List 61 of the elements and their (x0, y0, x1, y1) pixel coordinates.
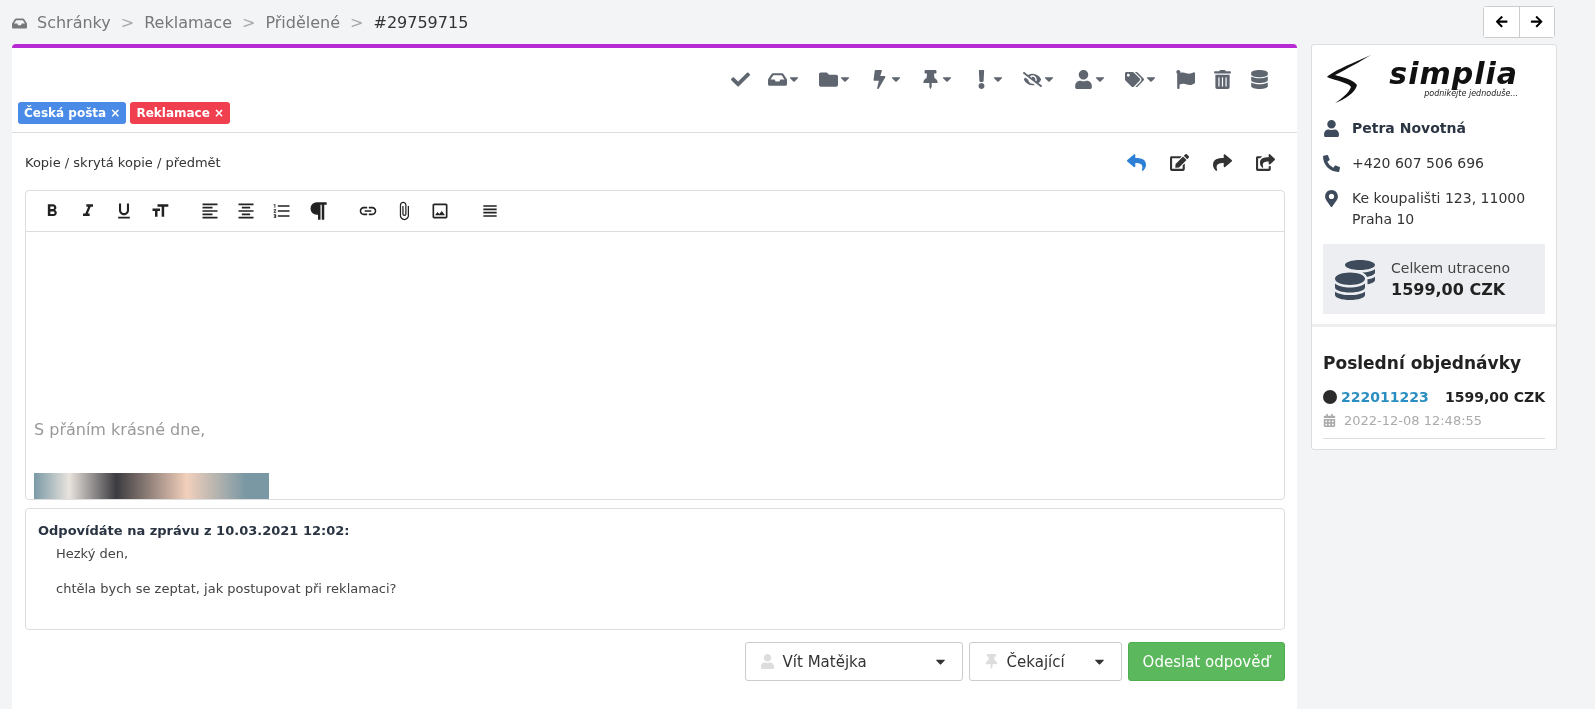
orders-title: Poslední objednávky (1323, 353, 1523, 373)
order-link[interactable]: 222011223 (1341, 389, 1429, 405)
breadcrumb-separator: > (242, 12, 256, 32)
numbered-list-icon[interactable] (272, 201, 292, 221)
breadcrumb-item[interactable]: Schránky (37, 12, 111, 32)
database-icon (1250, 69, 1269, 89)
breadcrumb-item[interactable]: Přidělené (265, 12, 341, 32)
share-icon[interactable] (1256, 153, 1275, 172)
location-icon (1323, 188, 1340, 207)
quote-line: chtěla bych se zeptat, jak postupovat při reklamaci? (55, 581, 398, 596)
editor[interactable]: S přáním krásné dne, (25, 190, 1285, 500)
customer-name: Petra Novotná (1352, 119, 1466, 138)
reply-icon[interactable] (1127, 153, 1146, 172)
tag[interactable]: Česká pošta × (18, 102, 127, 124)
send-button[interactable]: Odeslat odpověď (1127, 642, 1285, 681)
order-total: 1599,00 CZK (1445, 389, 1545, 405)
breadcrumb-separator: > (120, 12, 135, 32)
calendar-icon (1323, 414, 1336, 427)
assignee-select[interactable]: Vít Matějka (744, 642, 963, 681)
paragraph-icon[interactable] (308, 201, 328, 221)
address-text: Ke koupališti 123, 11000 Praha 10 (1352, 189, 1527, 229)
breadcrumb-item: #29759715 (373, 12, 469, 32)
edit-icon[interactable] (1170, 153, 1189, 172)
database-button[interactable] (1248, 69, 1271, 89)
align-left-icon[interactable] (200, 201, 220, 221)
pin-icon (921, 69, 940, 89)
breadcrumb-separator: > (350, 12, 364, 32)
user-icon (1074, 69, 1093, 89)
pin-icon (983, 654, 999, 669)
status-select[interactable]: Čekající (968, 642, 1122, 681)
user-icon (759, 654, 775, 669)
next-button[interactable] (1519, 7, 1554, 37)
signature-text: S přáním krásné dne, (34, 420, 207, 439)
recipients-link[interactable]: Kopie / skrytá kopie / předmět (25, 155, 221, 170)
trash-icon (1213, 69, 1232, 89)
folder-icon (819, 69, 838, 89)
phone-icon (1323, 153, 1340, 172)
flag-button[interactable] (1174, 69, 1197, 89)
spent-label: Celkem utraceno (1391, 259, 1511, 276)
user-icon (1323, 118, 1340, 137)
image-icon[interactable] (430, 201, 450, 221)
forward-icon[interactable] (1213, 153, 1232, 172)
check-button[interactable] (729, 69, 752, 89)
quote-line: Hezký den, (55, 546, 130, 561)
tag[interactable]: Reklamace × (130, 102, 231, 124)
phone-text: +420 607 506 696 (1352, 154, 1484, 173)
arrow-right-icon (1530, 15, 1544, 29)
quote-heading: Odpovídáte na zprávu z 10.03.2021 12:02: (38, 523, 351, 538)
check-icon (731, 69, 750, 89)
arrow-left-icon (1494, 15, 1509, 29)
trash-button[interactable] (1211, 69, 1234, 89)
spent-amount: 1599,00 CZK (1391, 279, 1507, 299)
order-date: 2022-12-08 12:48:55 (1344, 413, 1483, 428)
logo-text: simplia (1389, 59, 1518, 89)
flag-icon (1176, 69, 1195, 89)
tags-icon (1125, 69, 1144, 89)
breadcrumb-item[interactable]: Reklamace (144, 12, 232, 32)
coins-icon (1335, 258, 1375, 300)
align-center-icon[interactable] (236, 201, 256, 221)
eye-slash-icon (1023, 69, 1042, 89)
logo-tagline: podnikejte jednoduše... (1424, 89, 1518, 98)
